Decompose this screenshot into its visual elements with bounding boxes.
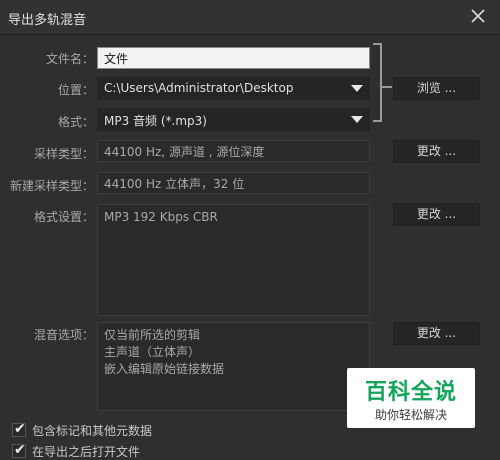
sample-type-field: 44100 Hz, 源声道 , 源位深度 [97, 140, 370, 162]
sample-type-change-button[interactable]: 更改 ... [393, 140, 480, 163]
window-title: 导出多轨混音 [8, 13, 87, 28]
watermark-subtitle: 助你轻松解决 [374, 408, 447, 422]
checkbox-box[interactable]: ✔ [12, 442, 26, 458]
mix-options-label: 混音选项： [33, 328, 94, 342]
new-sample-type-label: 新建采样类型： [9, 179, 94, 193]
link-bracket [373, 43, 382, 122]
browse-button[interactable]: 浏览 ... [393, 77, 480, 100]
location-dropdown[interactable]: C:\Users\Administrator\Desktop [97, 77, 370, 100]
filename-label: 文件名： [45, 52, 94, 66]
title-bar: 导出多轨混音 [0, 0, 500, 35]
mix-option-line: 仅当前所选的剪辑 [104, 328, 201, 342]
new-sample-type-value: 44100 Hz 立体声，32 位 [104, 177, 245, 191]
format-value: MP3 音频 (*.mp3) [104, 114, 207, 128]
include-markers-label: 包含标记和其他元数据 [32, 424, 153, 438]
watermark-logo: 百科全说 助你轻松解决 [347, 368, 475, 428]
sample-type-label: 采样类型： [33, 147, 94, 161]
filename-input[interactable]: 文件 [97, 47, 370, 69]
close-icon[interactable] [468, 6, 488, 26]
new-sample-type-field: 44100 Hz 立体声，32 位 [97, 172, 370, 194]
format-settings-value: MP3 192 Kbps CBR [104, 210, 218, 224]
checkmark-icon: ✔ [14, 442, 26, 458]
location-label: 位置： [57, 83, 94, 97]
mix-options-change-button[interactable]: 更改 ... [393, 322, 480, 345]
format-label: 格式： [57, 115, 94, 129]
mix-option-line: 嵌入编辑原始链接数据 [104, 362, 225, 376]
chevron-down-icon [351, 85, 363, 92]
format-dropdown[interactable]: MP3 音频 (*.mp3) [97, 108, 370, 131]
sample-type-value: 44100 Hz, 源声道 , 源位深度 [104, 145, 265, 159]
location-value: C:\Users\Administrator\Desktop [104, 81, 294, 95]
checkbox-box[interactable]: ✔ [12, 421, 26, 437]
open-after-export-label: 在导出之后打开文件 [32, 445, 141, 459]
filename-value: 文件 [104, 52, 129, 66]
mix-options-box: 仅当前所选的剪辑 主声道（立体声） 嵌入编辑原始链接数据 [97, 322, 370, 411]
format-settings-box: MP3 192 Kbps CBR [97, 204, 370, 316]
watermark-title: 百科全说 [364, 380, 457, 405]
chevron-down-icon [351, 116, 363, 123]
format-settings-label: 格式设置： [33, 210, 94, 224]
link-bracket-connector [382, 86, 392, 88]
checkmark-icon: ✔ [14, 421, 26, 437]
mix-option-line: 主声道（立体声） [104, 345, 201, 359]
format-settings-change-button[interactable]: 更改 ... [393, 203, 480, 226]
